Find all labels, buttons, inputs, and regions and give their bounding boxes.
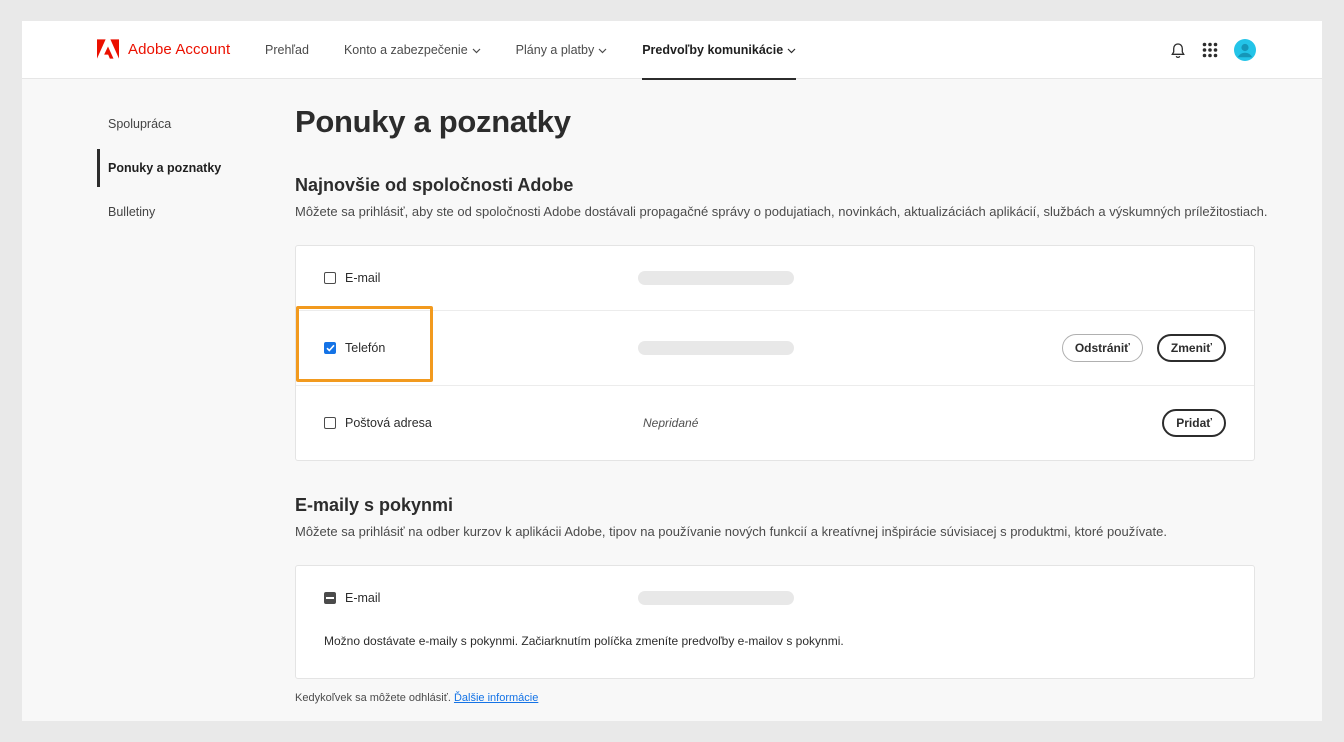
phone-actions: Odstrániť Zmeniť [1048, 334, 1226, 362]
app-frame: Adobe Account Prehľad Konto a zabezpečen… [22, 21, 1322, 721]
guidance-row-email: E-mail [296, 566, 1254, 630]
add-postal-button[interactable]: Pridať [1162, 409, 1226, 437]
latest-channels-card: E-mail Telefón Odstrániť Zmeniť Poštová … [295, 245, 1255, 461]
nav-plans-payments-label: Plány a platby [515, 43, 595, 57]
section-latest-title: Najnovšie od spoločnosti Adobe [295, 175, 574, 195]
sidebar-item-offers-insights[interactable]: Ponuky a poznatky [97, 149, 257, 187]
nav-account-security[interactable]: Konto a zabezpečenie [344, 21, 481, 79]
guidance-email-checkbox[interactable] [324, 592, 336, 604]
app-grid-icon[interactable] [1202, 42, 1218, 58]
top-header: Adobe Account Prehľad Konto a zabezpečen… [22, 21, 1322, 80]
nav-communication-preferences-label: Predvoľby komunikácie [642, 43, 784, 57]
page-title: Ponuky a poznatky [295, 104, 571, 139]
sidebar-item-label: Ponuky a poznatky [108, 161, 222, 175]
chevron-down-icon [472, 43, 481, 57]
section-guidance-description: Môžete sa prihlásiť na odber kurzov k ap… [295, 524, 1167, 539]
nav-overview-label: Prehľad [265, 43, 309, 57]
nav-plans-payments[interactable]: Plány a platby [516, 21, 608, 79]
chevron-down-icon [787, 43, 796, 57]
chevron-down-icon [598, 43, 607, 57]
nav-overview[interactable]: Prehľad [265, 21, 309, 79]
postal-actions: Pridať [1148, 409, 1226, 437]
brand-name: Adobe Account [128, 40, 231, 58]
guidance-note: Možno dostávate e-maily s pokynmi. Začia… [324, 634, 844, 648]
sidebar-item-bulletins[interactable]: Bulletiny [97, 193, 257, 231]
adobe-logo-icon [97, 39, 119, 59]
section-latest-description: Môžete sa prihlásiť, aby ste od spoločno… [295, 204, 1268, 219]
sidebar-item-collaboration[interactable]: Spolupráca [97, 105, 257, 143]
adobe-logo[interactable]: Adobe Account [97, 39, 230, 59]
guidance-card: E-mail Možno dostávate e-maily s pokynmi… [295, 565, 1255, 679]
main-nav: Prehľad Konto a zabezpečenie Plány a pla… [265, 21, 831, 80]
channel-row-email: E-mail [296, 246, 1254, 311]
phone-value-placeholder [638, 341, 794, 355]
sidebar-item-label: Spolupráca [108, 117, 172, 131]
header-icons [1154, 39, 1256, 61]
change-phone-button[interactable]: Zmeniť [1156, 334, 1226, 362]
channel-row-phone: Telefón Odstrániť Zmeniť [296, 311, 1254, 386]
guidance-email-value-placeholder [638, 591, 794, 605]
nav-communication-preferences[interactable]: Predvoľby komunikácie [642, 21, 797, 80]
phone-checkbox[interactable] [324, 342, 336, 354]
more-info-link[interactable]: Ďalšie informácie [454, 692, 538, 704]
nav-account-security-label: Konto a zabezpečenie [343, 43, 468, 57]
phone-label[interactable]: Telefón [345, 341, 385, 355]
email-checkbox[interactable] [324, 272, 336, 284]
channel-row-postal: Poštová adresa Nepridané Pridať [296, 386, 1254, 460]
email-value-placeholder [638, 271, 794, 285]
postal-label[interactable]: Poštová adresa [345, 416, 432, 430]
unsubscribe-note: Kedykoľvek sa môžete odhlásiť. Ďalšie in… [295, 692, 1255, 704]
main-content: Ponuky a poznatky Najnovšie od spoločnos… [295, 101, 1268, 704]
sidebar-item-label: Bulletiny [108, 205, 156, 219]
unsubscribe-text: Kedykoľvek sa môžete odhlásiť. [295, 692, 454, 704]
remove-phone-button[interactable]: Odstrániť [1061, 334, 1143, 362]
postal-checkbox[interactable] [324, 417, 336, 429]
minus-icon [326, 597, 334, 599]
sidebar: Spolupráca Ponuky a poznatky Bulletiny [97, 105, 257, 237]
bell-icon[interactable] [1170, 42, 1186, 59]
section-guidance-title: E-maily s pokynmi [295, 495, 454, 515]
guidance-email-label[interactable]: E-mail [345, 591, 380, 605]
checkmark-icon [325, 344, 335, 352]
avatar[interactable] [1234, 39, 1256, 61]
email-label[interactable]: E-mail [345, 271, 380, 285]
postal-value: Nepridané [643, 416, 699, 430]
